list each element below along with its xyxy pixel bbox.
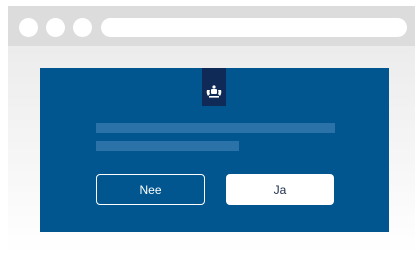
logo-block bbox=[202, 68, 226, 106]
text-placeholder-line bbox=[96, 141, 239, 151]
window-dot-icon[interactable] bbox=[73, 18, 92, 37]
window-dot-icon[interactable] bbox=[19, 18, 38, 37]
no-button[interactable]: Nee bbox=[96, 174, 205, 205]
browser-viewport: Nee Ja bbox=[8, 46, 415, 254]
browser-toolbar bbox=[8, 6, 415, 48]
yes-button[interactable]: Ja bbox=[226, 174, 334, 205]
window-dot-icon[interactable] bbox=[46, 18, 65, 37]
address-bar[interactable] bbox=[101, 18, 407, 37]
browser-window: Nee Ja bbox=[8, 6, 415, 254]
consent-dialog: Nee Ja bbox=[40, 68, 389, 232]
coat-of-arms-icon bbox=[206, 85, 222, 98]
text-placeholder-line bbox=[96, 123, 335, 133]
